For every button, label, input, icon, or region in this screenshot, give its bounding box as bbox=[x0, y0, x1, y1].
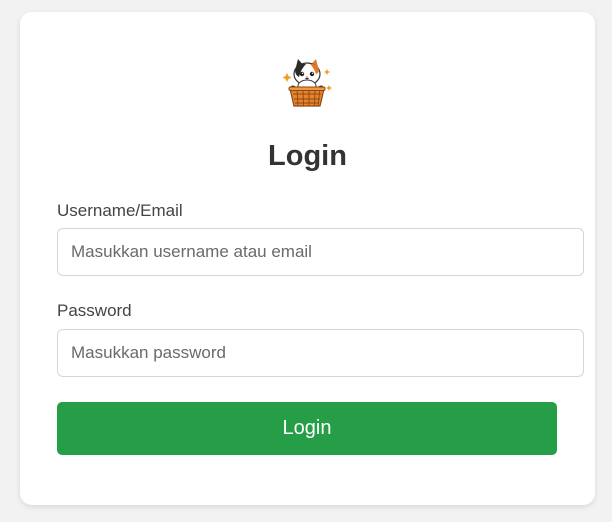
login-button[interactable]: Login bbox=[57, 402, 557, 455]
page-title: Login bbox=[268, 140, 347, 172]
username-label: Username/Email bbox=[57, 201, 183, 220]
password-label: Password bbox=[57, 301, 132, 320]
login-card: Login Username/Email Password Login bbox=[20, 12, 595, 505]
cat-in-basket-icon bbox=[282, 59, 332, 107]
password-input[interactable] bbox=[57, 329, 584, 377]
username-email-input[interactable] bbox=[57, 228, 584, 276]
